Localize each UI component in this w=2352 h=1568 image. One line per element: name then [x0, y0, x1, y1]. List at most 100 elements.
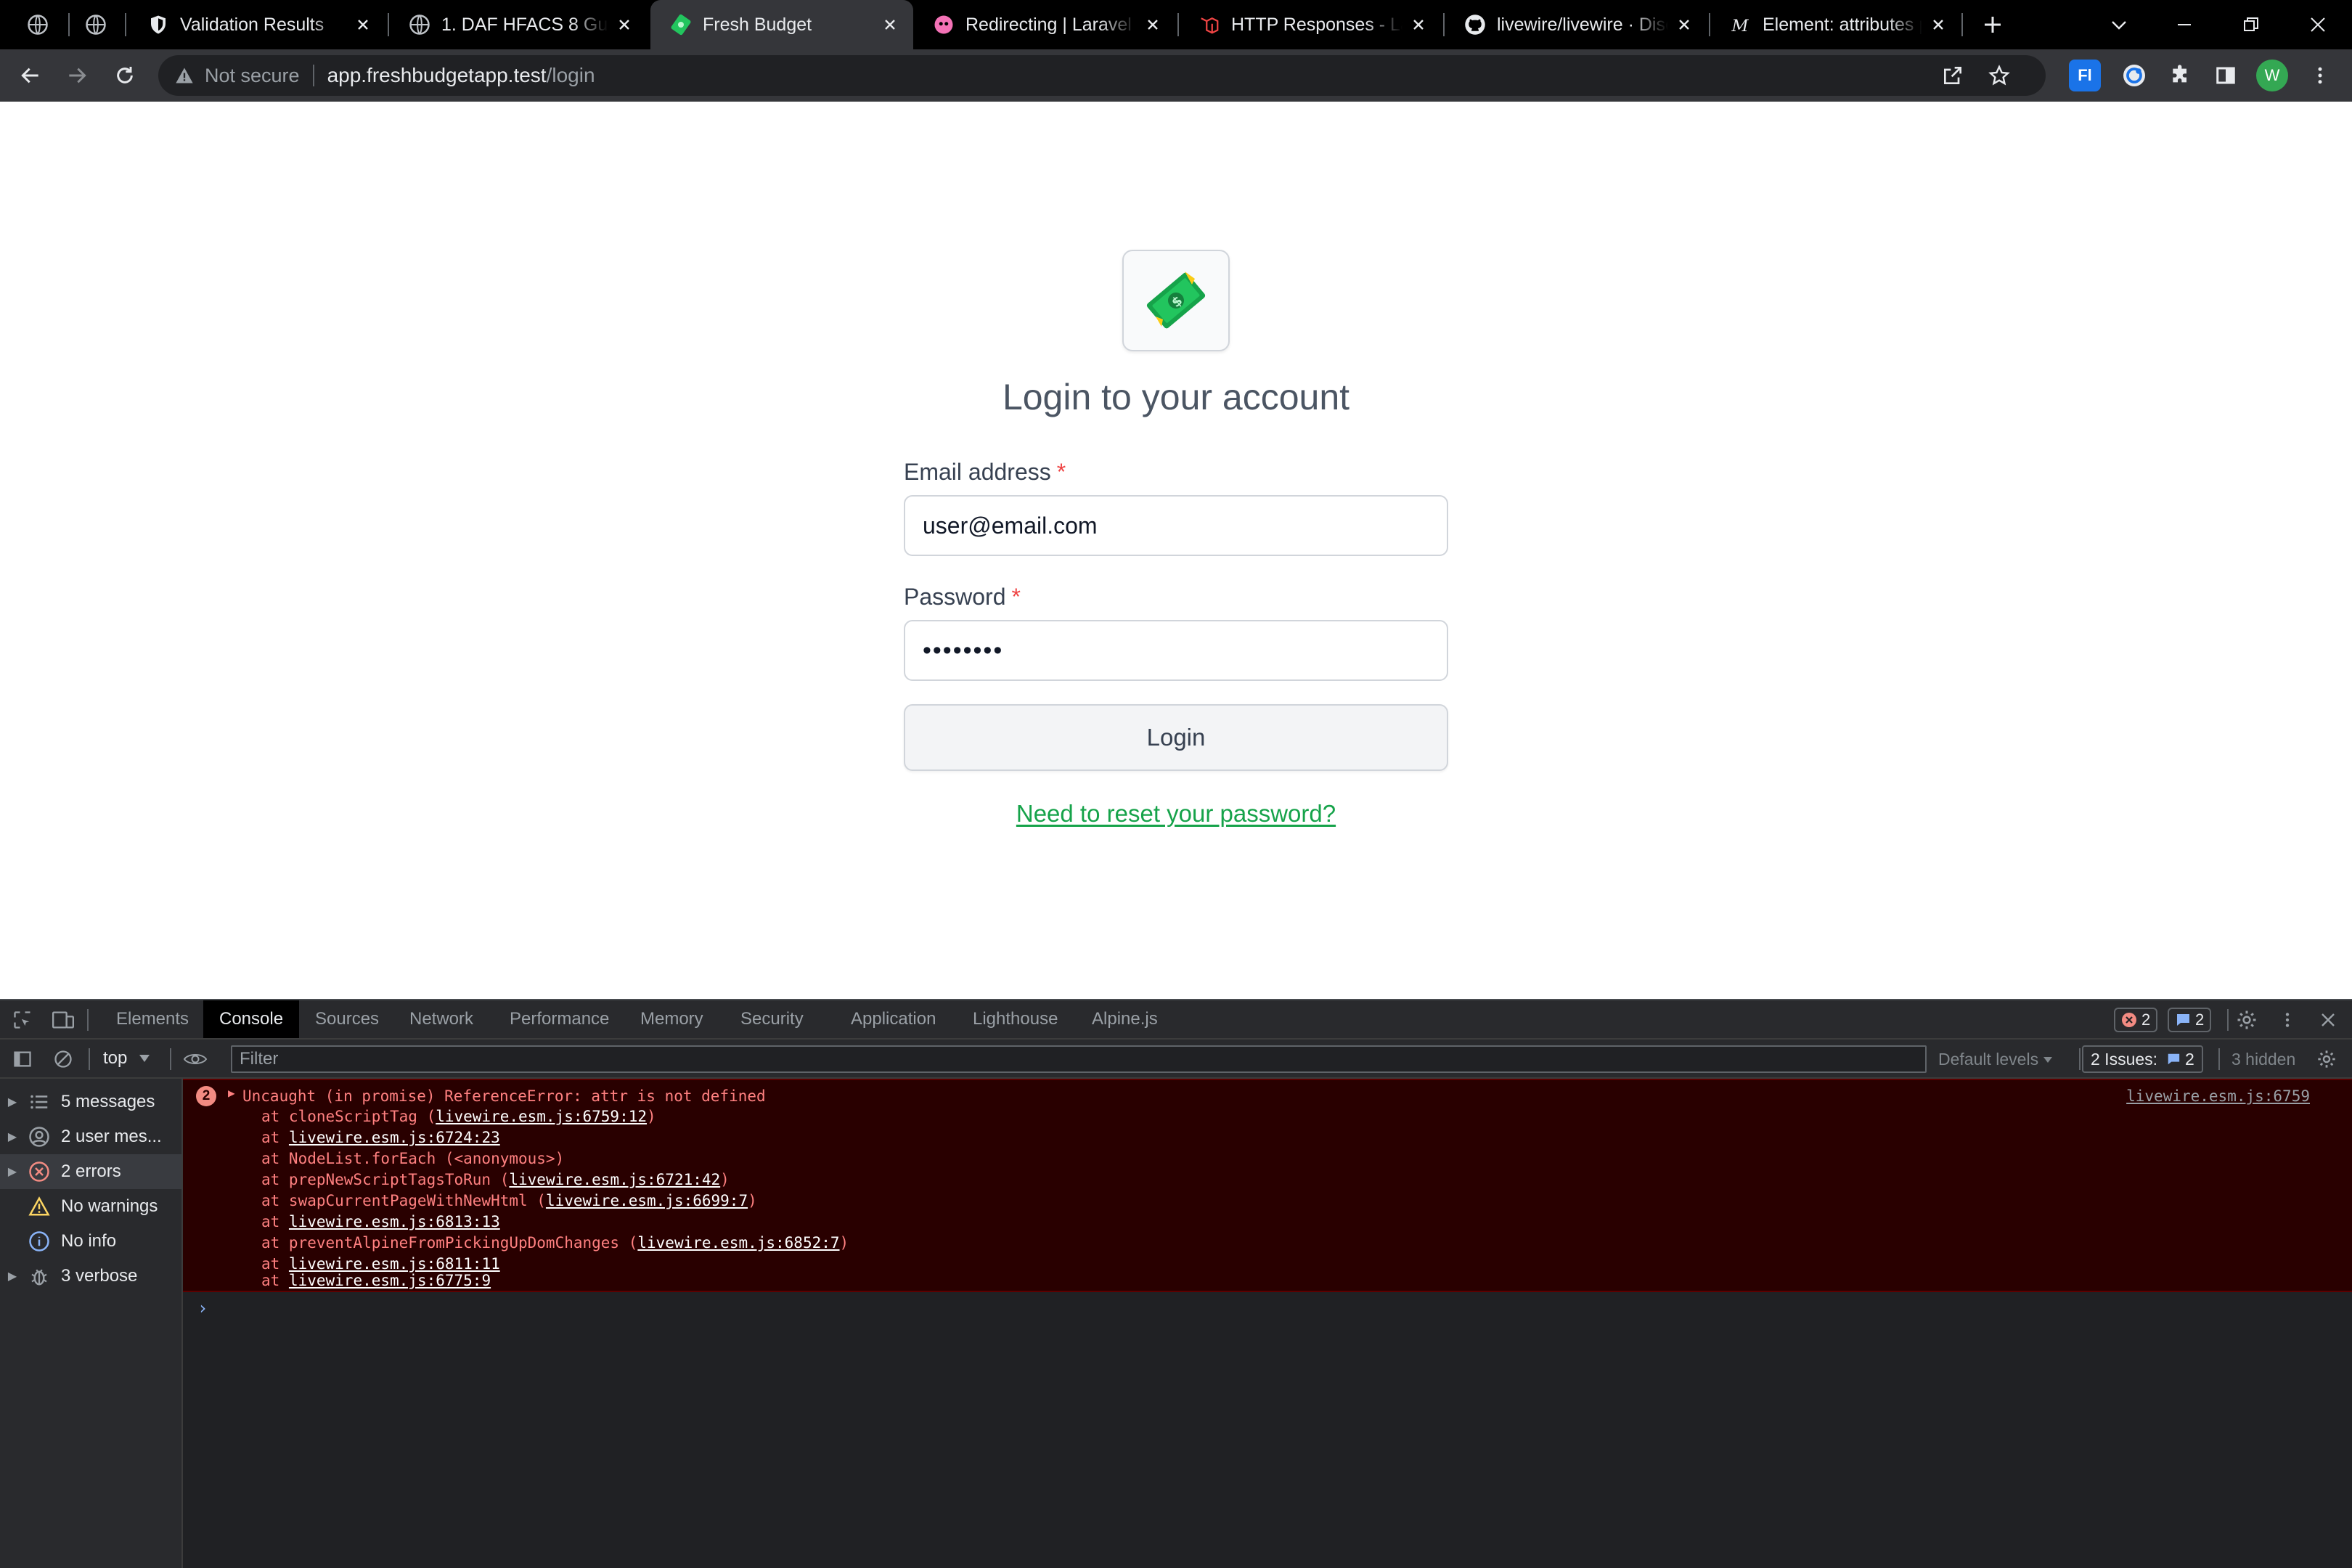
extensions-button[interactable]	[2165, 60, 2197, 91]
tab-laracasts[interactable]: Redirecting | Laravel L	[913, 0, 1176, 49]
message-count-badge[interactable]: 2	[2168, 1008, 2212, 1032]
devtools-tab-application[interactable]: Application	[835, 1000, 952, 1038]
password-field[interactable]	[904, 620, 1448, 681]
email-field[interactable]	[904, 495, 1448, 556]
share-icon[interactable]	[1941, 64, 1964, 91]
devtools-tab-memory[interactable]: Memory	[624, 1000, 719, 1038]
back-button[interactable]	[12, 57, 49, 94]
security-status[interactable]: Not secure	[205, 65, 300, 87]
sidebar-item-label: 2 errors	[61, 1161, 121, 1181]
browser-menu-button[interactable]	[2304, 60, 2336, 91]
inspect-element-button[interactable]	[10, 1008, 35, 1032]
devtools-tab-performance[interactable]: Performance	[494, 1000, 625, 1038]
devtools-tab-sources[interactable]: Sources	[299, 1000, 395, 1038]
close-icon[interactable]	[880, 15, 900, 35]
context-selector[interactable]: top	[103, 1048, 150, 1069]
tab-livewire-github[interactable]: livewire/livewire · Disc	[1445, 0, 1707, 49]
sidebar-item-messages[interactable]: ▶ 5 messages	[0, 1085, 181, 1119]
tab-http-responses[interactable]: HTTP Responses - Lar	[1179, 0, 1442, 49]
address-bar[interactable]: Not secure app.freshbudgetapp.test/login	[158, 55, 2046, 96]
sidebar-item-errors[interactable]: ▶ 2 errors	[0, 1154, 181, 1189]
caret-down-icon	[139, 1055, 150, 1062]
stack-frame: at NodeList.forEach (<anonymous>)	[261, 1150, 565, 1167]
stack-frame-link[interactable]: livewire.esm.js:6759:12	[436, 1108, 647, 1125]
clear-console-button[interactable]	[51, 1047, 75, 1071]
error-icon	[2122, 1013, 2136, 1027]
profile-avatar[interactable]: W	[2256, 60, 2288, 91]
expand-triangle-icon[interactable]: ▶	[228, 1086, 235, 1100]
devtools-tab-alpinejs[interactable]: Alpine.js	[1076, 1000, 1174, 1038]
stack-frame-link[interactable]: livewire.esm.js:6721:42	[509, 1171, 720, 1188]
pinned-tab-1[interactable]	[15, 0, 61, 49]
close-icon[interactable]	[614, 15, 634, 35]
arrow-left-icon	[21, 68, 38, 83]
stack-frame-link[interactable]: livewire.esm.js:6775:9	[289, 1272, 491, 1289]
reload-button[interactable]	[106, 57, 144, 94]
log-levels-dropdown[interactable]: Default levels	[1938, 1050, 2053, 1069]
error-count-badge[interactable]: 2	[2114, 1008, 2158, 1032]
close-window-button[interactable]	[2285, 0, 2351, 49]
tab-validation-results[interactable]: Validation Results	[128, 0, 386, 49]
restore-button[interactable]	[2218, 0, 2284, 49]
extension-fl-button[interactable]: Fl	[2069, 60, 2101, 91]
reset-password-link[interactable]: Need to reset your password?	[1016, 800, 1336, 827]
tab-mdn-attributes[interactable]: M Element: attributes pr	[1710, 0, 1961, 49]
tab-daf-hfacs[interactable]: 1. DAF HFACS 8 Guide	[389, 0, 648, 49]
forward-button[interactable]	[58, 57, 96, 94]
devtools-tab-network[interactable]: Network	[393, 1000, 489, 1038]
close-icon[interactable]	[353, 15, 373, 35]
error-text: Uncaught (in promise) ReferenceError: at…	[242, 1087, 766, 1105]
github-icon	[1463, 13, 1487, 36]
error-source-link[interactable]: livewire.esm.js:6759	[2126, 1087, 2310, 1105]
close-icon[interactable]	[1674, 15, 1694, 35]
arrow-right-icon	[69, 68, 86, 83]
kebab-menu-icon	[2318, 67, 2322, 84]
new-tab-button[interactable]	[1960, 0, 2025, 49]
laracasts-icon	[932, 13, 955, 36]
minimize-button[interactable]	[2152, 0, 2217, 49]
side-panel-button[interactable]	[2210, 60, 2242, 91]
sidebar-item-info[interactable]: No info	[0, 1224, 181, 1259]
device-toolbar-button[interactable]	[51, 1008, 75, 1032]
issues-button[interactable]: 2 Issues: 2	[2082, 1045, 2203, 1073]
stack-frame-link[interactable]: livewire.esm.js:6852:7	[637, 1234, 839, 1251]
devtools-tab-elements[interactable]: Elements	[100, 1000, 205, 1038]
user-icon	[25, 1122, 54, 1151]
stack-frame: at livewire.esm.js:6724:23	[261, 1129, 500, 1146]
console-prompt[interactable]: ›	[197, 1298, 208, 1318]
tab-fresh-budget[interactable]: Fresh Budget	[650, 0, 913, 49]
devtools-menu-button[interactable]	[2275, 1008, 2300, 1032]
money-icon	[669, 13, 693, 36]
live-expression-button[interactable]	[179, 1047, 212, 1071]
sidebar-item-warnings[interactable]: No warnings	[0, 1189, 181, 1224]
console-error-message[interactable]: 2 ▶ Uncaught (in promise) ReferenceError…	[183, 1079, 2352, 1292]
plus-icon	[1985, 17, 2001, 33]
stack-frame-link[interactable]: livewire.esm.js:6811:11	[289, 1255, 500, 1273]
devtools-tab-security[interactable]: Security	[724, 1000, 820, 1038]
close-icon[interactable]	[1143, 15, 1163, 35]
close-icon[interactable]	[1408, 15, 1429, 35]
tab-search-button[interactable]	[2086, 0, 2152, 49]
bookmark-star-icon[interactable]	[1988, 64, 2011, 91]
sidebar-item-verbose[interactable]: ▶ 3 verbose	[0, 1259, 181, 1294]
pinned-tab-2[interactable]	[73, 0, 119, 49]
profile-initial: W	[2264, 66, 2280, 84]
stack-frame-link[interactable]: livewire.esm.js:6813:13	[289, 1213, 500, 1230]
stack-frame: at livewire.esm.js:6811:11	[261, 1255, 500, 1273]
url-path: /login	[546, 64, 595, 86]
devtools-tab-lighthouse[interactable]: Lighthouse	[957, 1000, 1074, 1038]
extension-globe-button[interactable]	[2118, 60, 2150, 91]
sidebar-item-user-messages[interactable]: ▶ 2 user mes...	[0, 1119, 181, 1154]
stack-frame-link[interactable]: livewire.esm.js:6724:23	[289, 1129, 500, 1146]
login-button[interactable]: Login	[904, 704, 1448, 771]
stack-frame-link[interactable]: livewire.esm.js:6699:7	[546, 1192, 748, 1209]
console-sidebar: ▶ 5 messages ▶ 2 user mes... ▶ 2 errors …	[0, 1079, 183, 1568]
close-icon[interactable]	[1928, 15, 1948, 35]
sidebar-toggle-button[interactable]	[10, 1047, 35, 1071]
console-settings-button[interactable]	[2314, 1047, 2339, 1071]
devtools-tab-console[interactable]: Console	[203, 1000, 300, 1038]
console-filter-input[interactable]	[231, 1045, 1927, 1073]
devtools-close-button[interactable]	[2316, 1008, 2340, 1032]
devtools-settings-button[interactable]	[2234, 1008, 2259, 1032]
sidebar-item-label: 5 messages	[61, 1092, 155, 1111]
